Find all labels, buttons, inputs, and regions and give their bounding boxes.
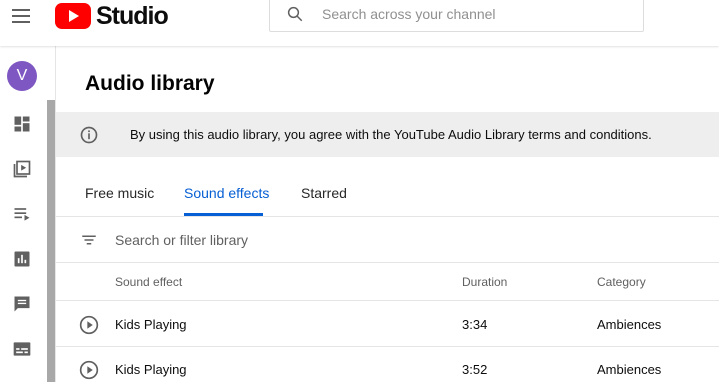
column-header-sound-effect[interactable]: Sound effect xyxy=(115,275,182,289)
banner-text: By using this audio library, you agree w… xyxy=(130,127,652,142)
tab-free-music[interactable]: Free music xyxy=(85,185,154,201)
top-bar: Studio xyxy=(0,0,719,46)
table-header: Sound effect Duration Category xyxy=(56,263,719,301)
table-row[interactable]: Kids Playing 3:34 Ambiences xyxy=(56,302,719,347)
filter-input[interactable] xyxy=(115,232,515,248)
search-icon xyxy=(287,6,303,22)
play-icon[interactable] xyxy=(79,360,99,380)
category: Ambiences xyxy=(597,362,662,377)
search-input[interactable] xyxy=(322,6,622,22)
column-header-duration[interactable]: Duration xyxy=(462,275,507,289)
category: Ambiences xyxy=(597,317,662,332)
filter-icon[interactable] xyxy=(80,231,98,249)
sound-effect-name: Kids Playing xyxy=(115,362,187,377)
terms-banner: By using this audio library, you agree w… xyxy=(56,112,719,157)
sidebar: V xyxy=(0,46,56,382)
comments-icon[interactable] xyxy=(12,294,32,314)
studio-logo[interactable]: Studio xyxy=(55,1,169,30)
info-icon xyxy=(80,126,98,143)
main-content: Audio library By using this audio librar… xyxy=(56,46,719,382)
duration: 3:34 xyxy=(462,317,488,332)
content-icon[interactable] xyxy=(12,159,32,179)
table-row[interactable]: Kids Playing 3:52 Ambiences xyxy=(56,347,719,382)
tab-sound-effects[interactable]: Sound effects xyxy=(184,185,269,201)
dashboard-icon[interactable] xyxy=(12,114,32,134)
sidebar-scrollbar[interactable] xyxy=(47,100,55,382)
youtube-logo-icon xyxy=(55,3,91,29)
menu-icon[interactable] xyxy=(12,7,32,25)
duration: 3:52 xyxy=(462,362,488,377)
tab-bar: Free music Sound effects Starred xyxy=(56,181,719,217)
avatar[interactable]: V xyxy=(7,61,37,91)
active-tab-indicator xyxy=(184,213,263,216)
sound-effect-name: Kids Playing xyxy=(115,317,187,332)
library-filter[interactable] xyxy=(56,218,719,263)
play-icon[interactable] xyxy=(79,315,99,335)
column-header-category[interactable]: Category xyxy=(597,275,646,289)
subtitles-icon[interactable] xyxy=(12,339,32,359)
playlists-icon[interactable] xyxy=(12,204,32,224)
analytics-icon[interactable] xyxy=(12,249,32,269)
page-title: Audio library xyxy=(85,72,215,95)
tab-starred[interactable]: Starred xyxy=(301,185,347,201)
channel-search[interactable] xyxy=(269,0,644,32)
logo-wordmark: Studio xyxy=(96,1,169,30)
